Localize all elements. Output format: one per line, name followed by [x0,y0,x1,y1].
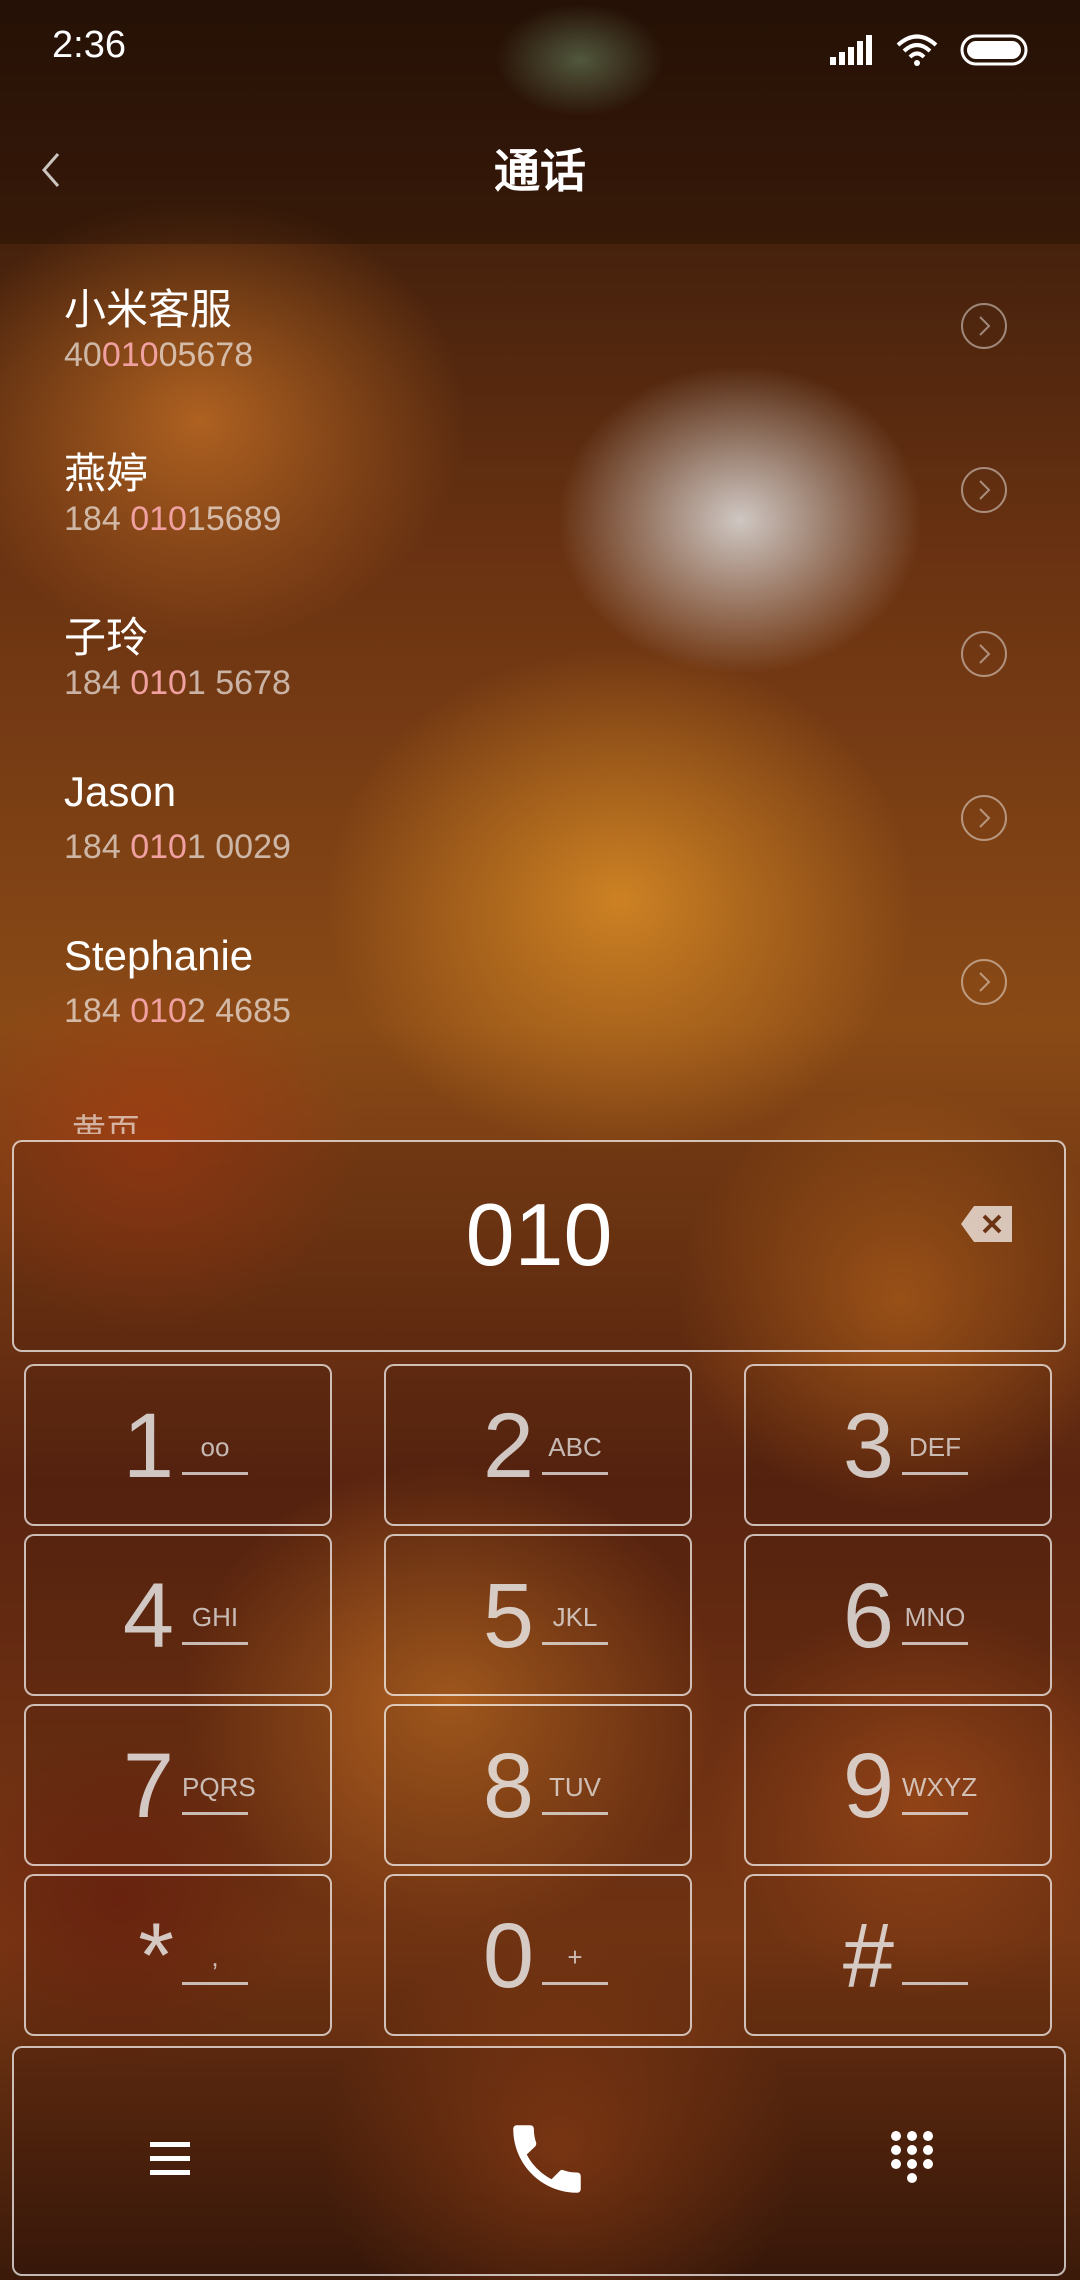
chevron-right-circle-icon [961,959,1007,1005]
number-match-highlight: 010 [130,992,187,1030]
wifi-icon [896,34,938,66]
number-text: 1 5678 [186,664,291,702]
contact-name: 子玲 [64,614,149,661]
key-digit: 7 [122,1735,174,1837]
key-letters: oo [182,1432,248,1475]
dial-display: 010 [12,1140,1066,1352]
dialed-number: 010 [465,1185,613,1284]
contact-number: 4001005678 [64,336,253,375]
status-icons [830,30,1030,70]
key-letters: MNO [902,1602,968,1645]
contact-detail-button[interactable] [960,958,1008,1006]
key-2[interactable]: 2 ABC [384,1364,692,1526]
key-0[interactable]: 0 + [384,1874,692,2036]
call-button[interactable] [502,2114,592,2204]
key-star[interactable]: *, [24,1874,332,2036]
number-match-highlight: 010 [101,336,159,374]
key-digit: 0 [482,1905,534,2007]
contact-list[interactable]: 小米客服 4001005678 燕婷 184 01015689 子玲 184 0… [0,244,1080,1134]
status-time: 2:36 [52,24,126,66]
key-5[interactable]: 5 JKL [384,1534,692,1696]
key-digit: 9 [842,1735,894,1837]
partial-list-entry[interactable]: 黄页 [72,1104,140,1134]
phone-icon [513,2125,581,2193]
key-8[interactable]: 8 TUV [384,1704,692,1866]
contact-detail-button[interactable] [960,302,1008,350]
contact-name: 燕婷 [64,450,149,497]
chevron-right-circle-icon [961,303,1007,349]
signal-icon [830,35,872,65]
number-match-highlight: 010 [130,664,187,702]
battery-icon [960,34,1028,66]
key-letters: WXYZ [902,1772,977,1815]
bottom-bar [12,2046,1066,2276]
contact-detail-button[interactable] [960,466,1008,514]
key-letters: DEF [902,1432,968,1475]
dialer-screen: 2:36 通话 小米客服 4001005678 燕婷 184 01015689 … [0,0,1080,2280]
contact-item[interactable]: Stephanie 184 0102 4685 [0,900,1080,1064]
contact-item[interactable]: 燕婷 184 01015689 [0,408,1080,572]
backspace-button[interactable] [960,1204,1014,1244]
number-text: 184 [64,664,131,702]
number-text: 1 0029 [186,828,291,866]
contact-number: 184 0102 4685 [64,992,291,1031]
key-digit: 3 [842,1395,894,1497]
chevron-right-circle-icon [961,795,1007,841]
number-text: 2 4685 [186,992,291,1030]
dialpad-icon [891,2131,933,2183]
chevron-right-circle-icon [961,631,1007,677]
key-letters: JKL [542,1602,608,1645]
contact-item[interactable]: 小米客服 4001005678 [0,244,1080,408]
contact-detail-button[interactable] [960,630,1008,678]
key-4[interactable]: 4 GHI [24,1534,332,1696]
key-letters: PQRS [182,1772,256,1815]
key-digit: 4 [122,1565,174,1667]
contact-detail-button[interactable] [960,794,1008,842]
contact-name: Jason [64,768,177,815]
number-text: 184 [64,500,131,538]
key-7[interactable]: 7 PQRS [24,1704,332,1866]
key-letters: GHI [182,1602,248,1645]
contact-number: 184 01015689 [64,500,281,539]
key-3[interactable]: 3 DEF [744,1364,1052,1526]
key-digit: * [138,1905,174,2007]
number-text: 15689 [186,500,282,538]
key-digit: 6 [842,1565,894,1667]
key-letters: ABC [542,1432,608,1475]
key-9[interactable]: 9 WXYZ [744,1704,1052,1866]
key-letters: + [542,1942,608,1985]
key-letters: , [182,1942,248,1985]
page-title: 通话 [494,144,586,198]
key-1[interactable]: 1 oo [24,1364,332,1526]
contact-name: Stephanie [64,932,254,979]
key-digit: 2 [482,1395,534,1497]
chevron-right-circle-icon [961,467,1007,513]
menu-button[interactable] [144,2134,200,2182]
key-6[interactable]: 6 MNO [744,1534,1052,1696]
number-text: 40 [64,336,102,374]
number-text: 184 [64,992,131,1030]
key-digit: 5 [482,1565,534,1667]
number-text: 05678 [158,336,254,374]
key-digit: 1 [122,1395,174,1497]
number-text: 184 [64,828,131,866]
key-digit: 8 [482,1735,534,1837]
contact-number: 184 0101 0029 [64,828,291,867]
contact-item[interactable]: Jason 184 0101 0029 [0,736,1080,900]
number-match-highlight: 010 [130,828,187,866]
contact-name: 小米客服 [64,286,233,333]
menu-icon [150,2142,190,2175]
key-letters: TUV [542,1772,608,1815]
key-digit: # [842,1905,894,2007]
key-letters [902,1942,968,1985]
keypad-toggle-button[interactable] [884,2128,940,2192]
number-match-highlight: 010 [130,500,187,538]
backspace-icon [961,1206,1012,1242]
key-hash[interactable]: # [744,1874,1052,2036]
contact-item[interactable]: 子玲 184 0101 5678 [0,572,1080,736]
contact-number: 184 0101 5678 [64,664,291,703]
